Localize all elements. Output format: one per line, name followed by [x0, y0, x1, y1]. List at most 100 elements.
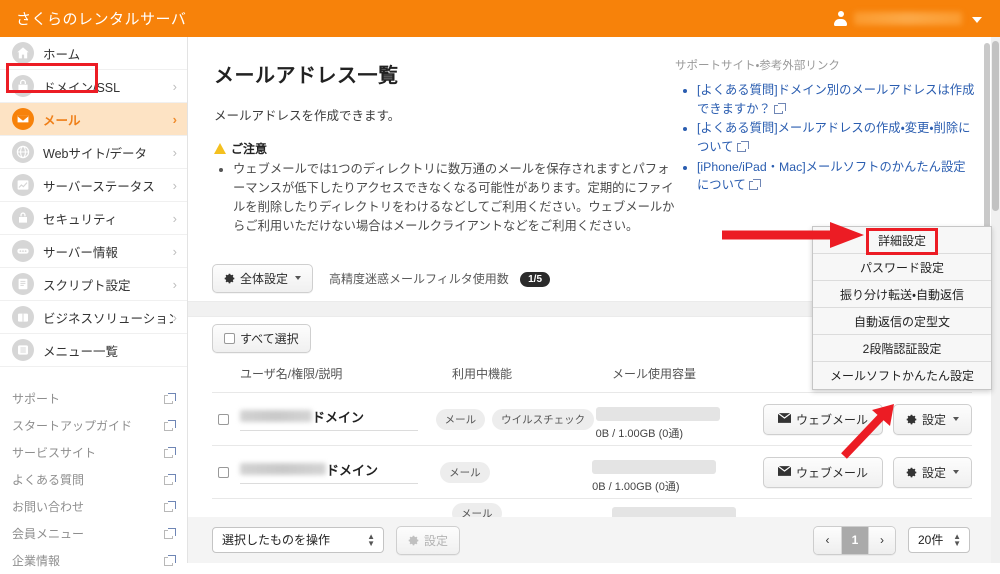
sidebar-item-home[interactable]: ホーム — [0, 37, 187, 70]
row-user-cell: ドメイン — [212, 407, 436, 431]
webmail-button[interactable]: ウェブメール — [762, 403, 883, 435]
support-links-panel: サポートサイト・参考外部リンク [よくある質問]ドメイン別のメールアドレスは作成… — [675, 57, 975, 196]
sidebar-link-company-info[interactable]: 企業情報 — [0, 547, 187, 574]
bulk-action-select[interactable]: 選択したものを操作 — [212, 527, 384, 553]
row-name-redacted — [240, 463, 326, 475]
table-row[interactable]: ドメイン メール ウイルスチェック 0B / 1.00GB (0通) ウェブメー… — [212, 392, 972, 445]
sidebar-link-member-menu[interactable]: 会員メニュー — [0, 520, 187, 547]
external-link-icon — [161, 554, 176, 568]
capacity-text: 0B / 1.00GB (0通) — [595, 428, 684, 440]
gear-icon — [408, 535, 419, 546]
sidebar-item-label: メニュー一覧 — [43, 344, 119, 359]
chevron-right-icon: › — [172, 276, 177, 292]
select-all-button[interactable]: すべて選択 — [212, 323, 311, 353]
row-actions-cell: ウェブメール 設定 — [762, 456, 972, 488]
support-link[interactable]: [よくある質問]ドメイン別のメールアドレスは作成できますか？ — [697, 83, 974, 116]
webmail-label: ウェブメール — [795, 412, 868, 427]
sidebar-link-contact[interactable]: お問い合わせ — [0, 493, 187, 520]
sidebar-link-label: お問い合わせ — [12, 500, 85, 514]
sidebar-item-label: セキュリティ — [43, 212, 118, 227]
script-icon — [12, 273, 34, 295]
menu-item-mail-client-setup[interactable]: メールソフトかんたん設定 — [813, 362, 991, 389]
menu-item-autoreply-template[interactable]: 自動返信の定型文 — [813, 308, 991, 335]
sidebar-link-label: サービスサイト — [12, 446, 97, 460]
row-settings-button[interactable]: 設定 — [892, 403, 972, 435]
bulk-action-bar: 選択したものを操作 ▲ ▼ 設定 ‹ 1 › 20件 ▲ ▼ — [188, 517, 992, 563]
page-number-1[interactable]: 1 — [841, 526, 868, 554]
list-item: [よくある質問]ドメイン別のメールアドレスは作成できますか？ — [697, 81, 975, 118]
sidebar-item-label: サーバー情報 — [43, 245, 118, 260]
account-name-redacted — [854, 12, 962, 25]
sidebar-item-mail[interactable]: メール › — [0, 103, 187, 136]
padlock-icon — [12, 207, 34, 229]
page-scrollbar[interactable] — [991, 37, 1000, 563]
feature-tag: ウイルスチェック — [492, 408, 595, 430]
row-name-suffix: ドメイン — [326, 463, 379, 478]
global-settings-label: 全体設定 — [240, 271, 289, 286]
row-user-cell — [212, 504, 452, 515]
page-scrollbar-thumb[interactable] — [992, 41, 999, 211]
global-settings-button[interactable]: 全体設定 — [212, 263, 314, 293]
webmail-button[interactable]: ウェブメール — [762, 456, 883, 488]
external-link-icon — [161, 500, 176, 514]
row-checkbox[interactable] — [218, 466, 229, 478]
list-item: [iPhone/iPad・Mac]メールソフトのかんたん設定について — [697, 158, 975, 195]
chart-icon — [12, 174, 34, 196]
support-links-list: [よくある質問]ドメイン別のメールアドレスは作成できますか？ [よくある質問]メ… — [675, 81, 975, 195]
user-icon — [833, 11, 848, 26]
menu-item-detail-settings[interactable]: 詳細設定 — [813, 227, 991, 254]
column-header-capacity: メール使用容量 — [612, 367, 697, 381]
sidebar-item-server-status[interactable]: サーバーステータス › — [0, 169, 187, 202]
sidebar-item-business-solution[interactable]: ビジネスソリューション › — [0, 301, 187, 334]
sidebar-item-security[interactable]: セキュリティ › — [0, 202, 187, 235]
sidebar-link-startup-guide[interactable]: スタートアップガイド — [0, 412, 187, 439]
external-link-icon — [161, 473, 176, 487]
sidebar-item-label: Webサイト/データ — [43, 146, 147, 161]
content-scrollbar-thumb[interactable] — [984, 43, 990, 253]
external-link-icon — [161, 527, 176, 541]
webmail-label: ウェブメール — [795, 465, 868, 480]
sidebar-link-faq[interactable]: よくある質問 — [0, 466, 187, 493]
menu-item-two-factor-auth[interactable]: 2段階認証設定 — [813, 335, 991, 362]
menu-item-forwarding-autoreply[interactable]: 振り分け転送・自動返信 — [813, 281, 991, 308]
support-link[interactable]: [iPhone/iPad・Mac]メールソフトのかんたん設定について — [697, 160, 966, 193]
sidebar-item-server-info[interactable]: サーバー情報 › — [0, 235, 187, 268]
prev-page-button[interactable]: ‹ — [814, 526, 841, 554]
sidebar-item-script-settings[interactable]: スクリプト設定 › — [0, 268, 187, 301]
row-features-cell: メール ウイルスチェック — [435, 408, 596, 430]
row-settings-button[interactable]: 設定 — [892, 456, 972, 488]
envelope-icon — [777, 412, 792, 426]
account-menu[interactable] — [833, 11, 1000, 26]
sidebar-link-service-site[interactable]: サービスサイト — [0, 439, 187, 466]
chevron-down-icon — [972, 16, 982, 23]
sidebar-item-domain-ssl[interactable]: ドメイン/SSL › — [0, 70, 187, 103]
menu-item-password-settings[interactable]: パスワード設定 — [813, 254, 991, 281]
row-checkbox[interactable] — [218, 413, 229, 425]
column-header-user: ユーザ名/権限/説明 — [240, 367, 343, 381]
feature-tag: メール — [435, 408, 486, 430]
sidebar-link-label: サポート — [12, 392, 61, 406]
spam-filter-count-badge: 1/5 — [520, 271, 551, 287]
capacity-text: 0B / 1.00GB (0通) — [592, 481, 680, 493]
per-page-select[interactable]: 20件 — [908, 527, 970, 553]
select-all-checkbox[interactable] — [224, 332, 235, 344]
mail-icon — [12, 108, 34, 130]
sidebar-link-label: スタートアップガイド — [12, 419, 133, 433]
bulk-apply-button[interactable]: 設定 — [396, 525, 461, 555]
support-links-heading: サポートサイト・参考外部リンク — [675, 60, 840, 72]
row-name: ドメイン — [240, 460, 418, 484]
sidebar-item-menu-list[interactable]: メニュー一覧 — [0, 334, 187, 367]
next-page-button[interactable]: › — [868, 526, 895, 554]
sidebar-item-website-data[interactable]: Webサイト/データ › — [0, 136, 187, 169]
external-link-icon — [773, 102, 786, 114]
chevron-right-icon: › — [172, 111, 177, 127]
notice-list: ウェブメールでは1つのディレクトリに数万通のメールを保存されますとパフォーマンス… — [214, 160, 679, 236]
row-user-cell: ドメイン — [212, 460, 440, 484]
table-row[interactable]: ドメイン メール 0B / 1.00GB (0通) ウェブメール 設定 — [212, 445, 972, 498]
notice-item: ウェブメールでは1つのディレクトリに数万通のメールを保存されますとパフォーマンス… — [233, 160, 679, 236]
sidebar-link-support[interactable]: サポート — [0, 385, 187, 412]
chevron-down-icon — [295, 276, 302, 280]
chevron-right-icon: › — [172, 210, 177, 226]
app-header: さくらのレンタルサーバ — [0, 0, 1000, 37]
sidebar-link-label: 会員メニュー — [12, 527, 85, 541]
